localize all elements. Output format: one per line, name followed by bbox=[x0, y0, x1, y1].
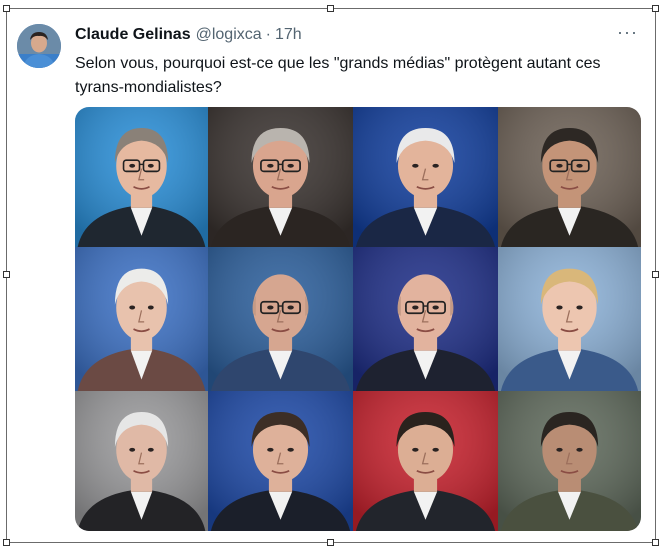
media-photo-11[interactable] bbox=[353, 391, 498, 531]
author-name[interactable]: Claude Gelinas bbox=[75, 26, 191, 44]
separator-dot: · bbox=[265, 26, 271, 43]
resize-handle-bottom-center[interactable] bbox=[327, 539, 334, 546]
resize-handle-bottom-left[interactable] bbox=[3, 539, 10, 546]
more-horizontal-icon[interactable]: ··· bbox=[617, 22, 638, 43]
tweet-timestamp[interactable]: 17h bbox=[275, 26, 302, 44]
resize-handle-middle-right[interactable] bbox=[652, 271, 659, 278]
resize-handle-top-left[interactable] bbox=[3, 5, 10, 12]
author-handle[interactable]: @logixca bbox=[196, 26, 262, 44]
media-photo-2[interactable] bbox=[208, 107, 353, 247]
media-photo-1[interactable] bbox=[75, 107, 208, 247]
media-photo-12[interactable] bbox=[498, 391, 641, 531]
media-photo-7[interactable] bbox=[353, 247, 498, 391]
media-photo-10[interactable] bbox=[208, 391, 353, 531]
resize-handle-bottom-right[interactable] bbox=[652, 539, 659, 546]
resize-handle-top-right[interactable] bbox=[652, 5, 659, 12]
media-photo-6[interactable] bbox=[208, 247, 353, 391]
media-photo-4[interactable] bbox=[498, 107, 641, 247]
resize-handle-top-center[interactable] bbox=[327, 5, 334, 12]
resize-handle-middle-left[interactable] bbox=[3, 271, 10, 278]
author-avatar[interactable] bbox=[17, 24, 61, 68]
tweet-card: Claude Gelinas @logixca · 17h ··· Selon … bbox=[12, 14, 650, 536]
tweet-media-grid[interactable] bbox=[75, 107, 641, 531]
tweet-text: Selon vous, pourquoi est-ce que les "gra… bbox=[75, 55, 601, 96]
media-photo-3[interactable] bbox=[353, 107, 498, 247]
media-photo-9[interactable] bbox=[75, 391, 208, 531]
tweet-header: Claude Gelinas @logixca · 17h bbox=[75, 26, 302, 44]
media-photo-5[interactable] bbox=[75, 247, 208, 391]
media-photo-8[interactable] bbox=[498, 247, 641, 391]
